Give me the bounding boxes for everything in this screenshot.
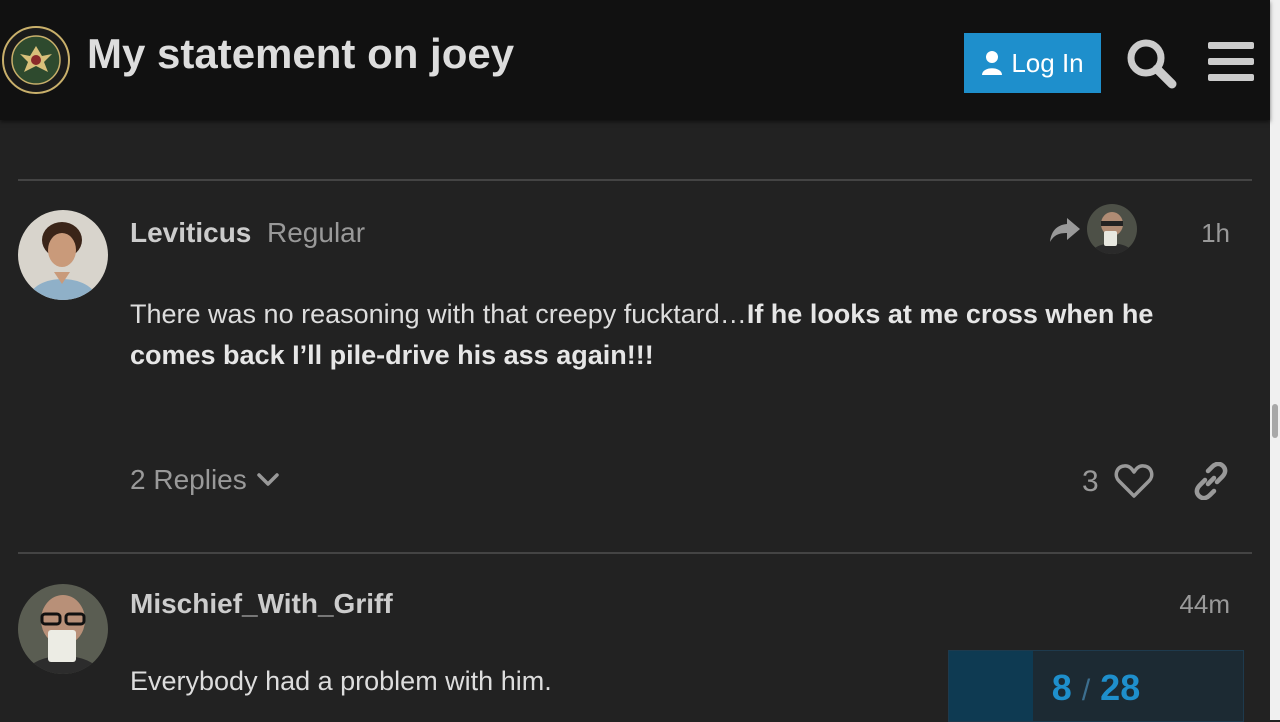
user-icon	[982, 51, 1003, 75]
progress-separator: /	[1081, 674, 1091, 707]
progress-counter: 8 / 28	[949, 667, 1243, 709]
post-divider	[18, 179, 1252, 181]
login-label: Log In	[1011, 47, 1084, 78]
hamburger-menu-button[interactable]	[1208, 40, 1254, 84]
post-user-title: Regular	[267, 217, 366, 248]
link-icon	[1194, 461, 1228, 501]
copy-link-button[interactable]	[1192, 461, 1230, 501]
post-date[interactable]: 44m	[1150, 589, 1230, 620]
show-replies-button[interactable]: 2 Replies	[130, 460, 279, 500]
progress-current: 8	[1051, 667, 1072, 708]
search-icon	[1127, 39, 1177, 89]
avatar-mischief-with-griff[interactable]	[18, 584, 108, 674]
post-username[interactable]: Mischief_With_Griff	[130, 588, 393, 620]
avatar-leviticus[interactable]	[18, 210, 108, 300]
progress-total: 28	[1100, 667, 1141, 708]
site-header: My statement on joey Log In	[0, 0, 1270, 120]
post-username[interactable]: Leviticus	[130, 217, 251, 249]
search-button[interactable]	[1124, 36, 1178, 90]
heart-icon	[1114, 464, 1154, 498]
login-button[interactable]: Log In	[964, 33, 1101, 93]
post-body: There was no reasoning with that creepy …	[130, 294, 1240, 376]
topic-progress[interactable]: 8 / 28	[948, 650, 1244, 722]
post-date[interactable]: 1h	[1170, 218, 1230, 249]
reply-to-button[interactable]	[1049, 216, 1081, 244]
reply-to-avatar[interactable]	[1087, 204, 1137, 254]
chevron-down-icon	[256, 473, 279, 486]
site-logo[interactable]	[2, 26, 70, 94]
replies-label: 2 Replies	[130, 464, 247, 495]
post-divider	[18, 552, 1252, 554]
like-count[interactable]: 3	[1082, 465, 1099, 499]
like-button[interactable]	[1114, 462, 1154, 500]
topic-title[interactable]: My statement on joey	[87, 30, 514, 78]
post-text: There was no reasoning with that creepy …	[130, 299, 747, 329]
page-scrollbar[interactable]	[1270, 0, 1280, 720]
hamburger-menu-icon	[1208, 42, 1254, 81]
scrollbar-thumb[interactable]	[1272, 404, 1278, 438]
post-body: Everybody had a problem with him.	[130, 666, 552, 696]
share-arrow-icon	[1050, 218, 1080, 242]
